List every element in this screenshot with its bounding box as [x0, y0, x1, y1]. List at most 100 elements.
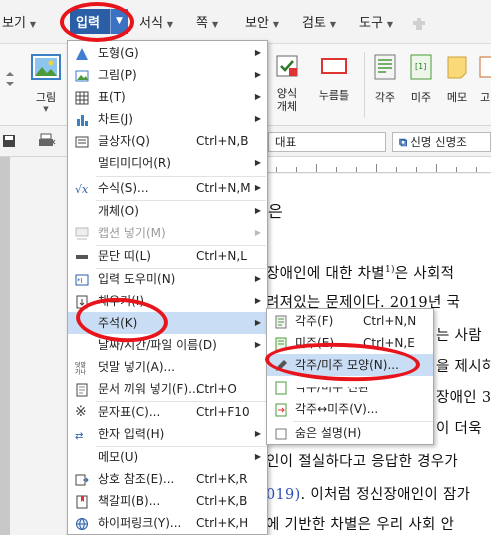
- menu-item-textbox[interactable]: 글상자(Q) Ctrl+N,B: [68, 130, 267, 152]
- hidden-comment-icon: [478, 54, 491, 83]
- menu-item-insert-document[interactable]: 문서 끼워 넣기(F)... Ctrl+O: [68, 378, 267, 400]
- menu-item-label: 멀티미디어(R): [98, 156, 171, 170]
- menu-item-bookmark[interactable]: 책갈피(B)... Ctrl+K,B: [68, 490, 267, 512]
- doc-line-1: 은: [268, 202, 284, 221]
- menu-item-ruby[interactable]: 덧말 가나 덧말 넣기(A)...: [68, 356, 267, 378]
- memo-button[interactable]: 메모: [442, 54, 472, 105]
- submenu-arrow-icon: ▶: [254, 48, 261, 57]
- ribbon-divider: [364, 52, 365, 118]
- menu-insert-label: 입력: [76, 16, 100, 31]
- menu-item-cross-reference[interactable]: 상호 참조(E)... Ctrl+K,R: [68, 468, 267, 490]
- menu-item-symbols[interactable]: ※ 문자표(C)... Ctrl+F10: [68, 401, 267, 423]
- menu-item-shortcut: Ctrl+K,B: [196, 494, 248, 508]
- picture-icon: [75, 68, 89, 82]
- style-combo[interactable]: 대표: [268, 132, 386, 152]
- print-icon[interactable]: [38, 133, 58, 149]
- menu-item-chart[interactable]: 차트(J) ▶: [68, 108, 267, 130]
- submenu-item-label: 각주(F): [295, 314, 334, 328]
- click-field-label: 누름틀: [318, 89, 350, 102]
- click-field-icon: [314, 54, 354, 81]
- footnote-icon: [274, 314, 288, 329]
- chevron-down-icon: ▼: [29, 20, 37, 29]
- menu-item-hyperlink[interactable]: 하이퍼링크(Y)... Ctrl+K,H: [68, 512, 267, 534]
- submenu-arrow-icon: ▶: [254, 296, 261, 305]
- picture-button[interactable]: 그림 ▼: [26, 54, 66, 113]
- form-object-button[interactable]: 양식 개체: [268, 54, 306, 113]
- menu-item-fill[interactable]: 채우기(I) ▶: [68, 290, 267, 312]
- horizontal-ruler[interactable]: [266, 157, 491, 173]
- menu-item-paragraph-band[interactable]: 문단 띠(L) Ctrl+N,L: [68, 245, 267, 267]
- shape-icon: [75, 46, 89, 60]
- submenu-item-hidden-comment[interactable]: 숨은 설명(H): [267, 422, 433, 444]
- menu-item-label: 수식(S)...: [98, 181, 149, 195]
- menu-item-label: 문자표(C)...: [98, 405, 161, 419]
- submenu-item-shortcut: Ctrl+N,N: [363, 314, 417, 328]
- svg-text:⇄: ⇄: [75, 431, 83, 442]
- ruby-icon: 덧말 가나: [75, 360, 89, 376]
- menu-review[interactable]: 검토 ▼: [302, 14, 336, 34]
- menu-item-annotation[interactable]: 주석(K) ▶: [68, 312, 267, 334]
- menu-item-input-helper[interactable]: *I 입력 도우미(N) ▶: [68, 268, 267, 290]
- menu-page-label: 쪽: [196, 16, 208, 31]
- doc-line-4: 는 사람: [436, 328, 482, 344]
- menu-item-memo[interactable]: 메모(U) ▶: [68, 446, 267, 468]
- submenu-arrow-icon: ▶: [254, 114, 261, 123]
- menu-security[interactable]: 보안 ▼: [245, 14, 279, 34]
- menu-item-multimedia[interactable]: 멀티미디어(R) ▶: [68, 152, 267, 174]
- doc-line-6: 장애인 3: [436, 390, 491, 406]
- doc-line-9: 019). 이처럼 정신장애인이 잠가: [266, 483, 470, 504]
- menu-item-label: 그림(P): [98, 68, 137, 82]
- menu-format[interactable]: 서식 ▼: [139, 14, 173, 34]
- extension-icon[interactable]: [410, 15, 428, 33]
- endnote-icon: [1]: [406, 54, 436, 83]
- menu-item-label: 덧말 넣기(A)...: [98, 360, 175, 374]
- submenu-arrow-icon: ▶: [254, 183, 261, 192]
- menu-item-label: 글상자(Q): [98, 134, 150, 148]
- doc-line-8: 인이 절실하다고 응답한 경우가: [266, 454, 459, 470]
- submenu-item-label: 미주(E): [295, 336, 335, 350]
- menu-item-caption: 캡션 넣기(M) ▶: [68, 222, 267, 244]
- chart-icon: [75, 112, 89, 126]
- submenu-item-endnote[interactable]: 미주(E) Ctrl+N,E: [267, 332, 433, 354]
- menu-item-datetime[interactable]: 날짜/시간/파일 이름(D) ▶: [68, 334, 267, 356]
- menu-item-shortcut: Ctrl+N,L: [196, 249, 247, 263]
- menu-view[interactable]: 보기 ▼: [2, 14, 36, 34]
- font-combo[interactable]: ⧉ 신명 신명조: [392, 132, 491, 152]
- menu-item-shape[interactable]: 도형(G) ▶: [68, 42, 267, 64]
- endnote-icon: [274, 336, 288, 351]
- submenu-item-note-convert[interactable]: 각주/미주 전환: [267, 376, 433, 398]
- annotation-submenu: 각주(F) Ctrl+N,N 미주(E) Ctrl+N,E 각주/미주 모양(N…: [266, 308, 434, 445]
- menu-item-object[interactable]: 개체(O) ▶: [68, 200, 267, 222]
- submenu-item-swap[interactable]: 각주↔미주(V)...: [267, 398, 433, 420]
- menu-item-shortcut: Ctrl+K,H: [196, 516, 249, 530]
- doc-line-2-tail: 은 사회적: [394, 266, 455, 282]
- ribbon-left-arrows[interactable]: [2, 54, 18, 114]
- submenu-item-footnote[interactable]: 각주(F) Ctrl+N,N: [267, 310, 433, 332]
- menu-tools[interactable]: 도구 ▼: [359, 14, 393, 34]
- menu-item-label: 한자 입력(H): [98, 427, 165, 441]
- hidden-comment-button[interactable]: 고: [478, 54, 491, 105]
- swap-icon: [274, 402, 288, 417]
- doc-citation-link[interactable]: 019): [266, 487, 301, 503]
- endnote-button[interactable]: [1] 미주: [406, 54, 436, 105]
- doc-line-7: 이 더욱: [436, 421, 482, 437]
- hanja-icon: ⇄: [75, 427, 89, 442]
- submenu-item-note-shape[interactable]: 각주/미주 모양(N)...: [267, 354, 433, 376]
- endnote-label: 미주: [410, 91, 432, 104]
- menu-item-table[interactable]: 표(T) ▶: [68, 86, 267, 108]
- chevron-down-icon[interactable]: ▼: [110, 9, 128, 34]
- menu-page[interactable]: 쪽 ▼: [196, 14, 218, 34]
- memo-label: 메모: [446, 91, 468, 104]
- picture-icon: [26, 54, 66, 83]
- menu-item-shortcut: Ctrl+N,M: [196, 181, 251, 195]
- menu-insert[interactable]: 입력 ▼: [70, 9, 128, 34]
- menu-tools-label: 도구: [359, 16, 383, 31]
- menu-item-hanja[interactable]: ⇄ 한자 입력(H) ▶: [68, 423, 267, 445]
- insert-document-icon: [75, 382, 89, 397]
- footnote-button[interactable]: 각주: [370, 54, 400, 105]
- click-field-button[interactable]: 누름틀: [314, 54, 354, 103]
- menu-item-equation[interactable]: √x 수식(S)... Ctrl+N,M ▶: [68, 177, 267, 199]
- menu-item-label: 주석(K): [98, 316, 138, 330]
- menu-item-picture[interactable]: 그림(P) ▶: [68, 64, 267, 86]
- save-icon[interactable]: [2, 133, 16, 149]
